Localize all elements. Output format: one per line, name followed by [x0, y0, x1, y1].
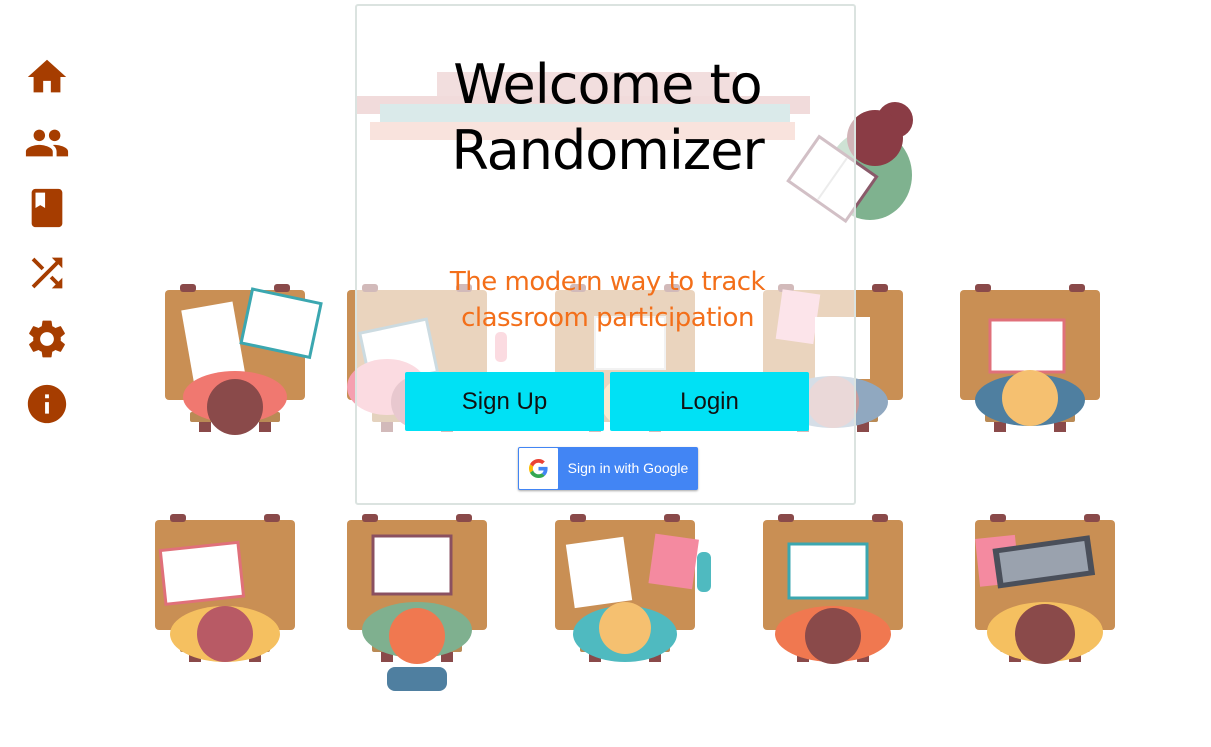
tagline-line-2: classroom participation: [461, 303, 754, 333]
title-line-1: Welcome to: [453, 53, 762, 116]
people-icon[interactable]: [24, 120, 70, 166]
google-sign-in-button[interactable]: Sign in with Google: [518, 447, 698, 490]
google-logo-box: [519, 448, 558, 489]
page-title: Welcome to Randomizer: [357, 52, 858, 184]
sign-up-button[interactable]: Sign Up: [405, 372, 604, 431]
welcome-card: Welcome to Randomizer The modern way to …: [355, 4, 856, 505]
google-sign-in-label: Sign in with Google: [567, 460, 689, 476]
info-icon[interactable]: [24, 381, 70, 427]
book-icon[interactable]: [24, 185, 70, 231]
tagline: The modern way to track classroom partic…: [357, 264, 858, 336]
home-icon[interactable]: [24, 54, 70, 100]
login-button[interactable]: Login: [610, 372, 809, 431]
tagline-line-1: The modern way to track: [449, 267, 766, 297]
sidebar-nav: [0, 0, 95, 747]
gear-icon[interactable]: [24, 316, 70, 362]
title-line-2: Randomizer: [451, 119, 764, 182]
google-logo-icon: [529, 459, 548, 478]
shuffle-icon[interactable]: [24, 250, 70, 296]
